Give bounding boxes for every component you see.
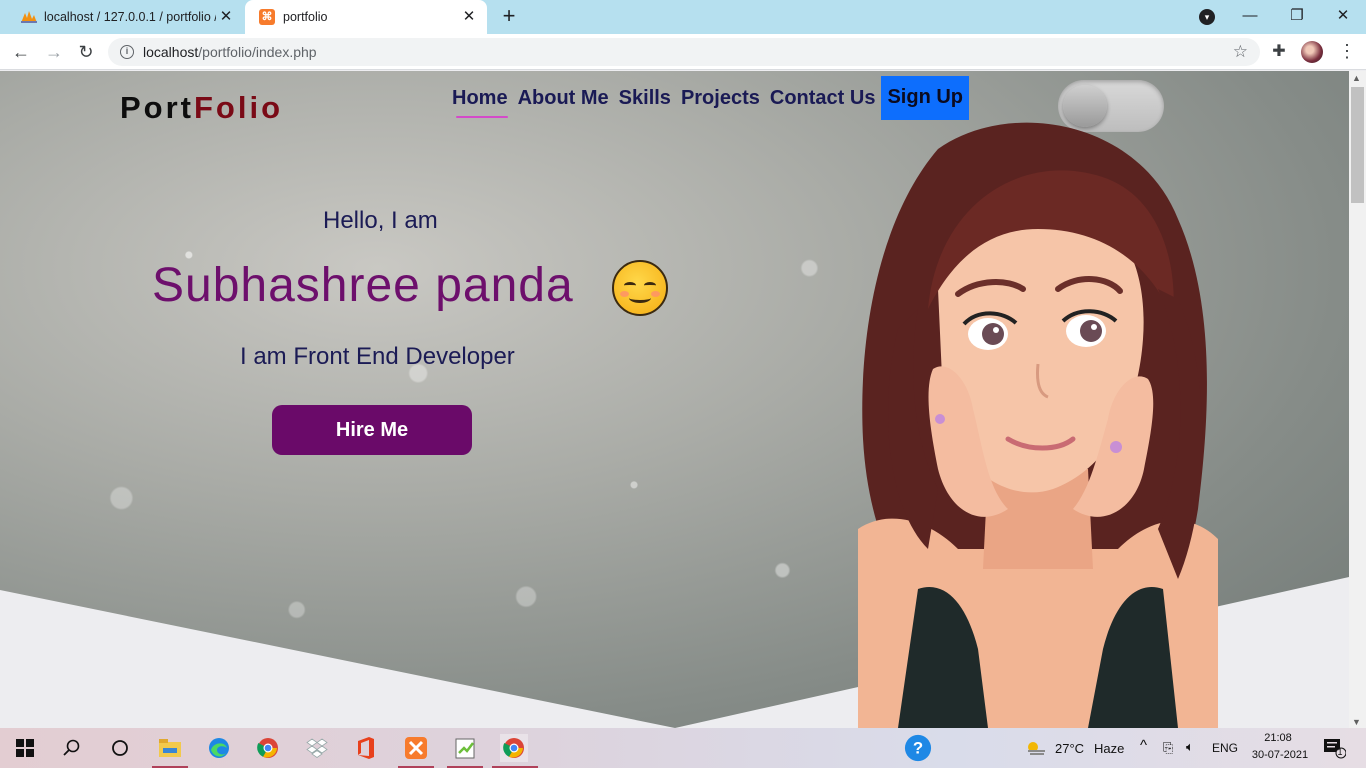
edge-icon[interactable] bbox=[205, 734, 233, 762]
address-bar[interactable]: i localhost/portfolio/index.php ☆ bbox=[108, 38, 1260, 66]
office-icon[interactable] bbox=[352, 734, 380, 762]
notification-count: 1 bbox=[1337, 747, 1343, 757]
browser-toolbar: ← → ↻ i localhost/portfolio/index.php ☆ … bbox=[0, 34, 1366, 70]
logo-part-port: Port bbox=[120, 90, 194, 125]
url-text[interactable]: localhost/portfolio/index.php bbox=[143, 44, 317, 60]
page-viewport: PortFolio Home About Me Skills Projects … bbox=[0, 71, 1349, 728]
xampp-icon: ⌘ bbox=[259, 9, 275, 25]
vertical-scrollbar[interactable]: ▲ ▼ bbox=[1349, 71, 1366, 728]
extensions-icon[interactable]: ✚ bbox=[1270, 41, 1288, 60]
window-close-icon[interactable]: ✕ bbox=[1333, 6, 1353, 26]
task-view-icon[interactable] bbox=[106, 734, 134, 762]
help-icon[interactable]: ? bbox=[904, 734, 932, 762]
hire-me-button[interactable]: Hire Me bbox=[272, 405, 472, 455]
smiling-face-icon bbox=[612, 260, 668, 316]
url-host: localhost bbox=[143, 44, 199, 60]
back-icon[interactable]: ← bbox=[10, 41, 32, 63]
weather-desc[interactable]: Haze bbox=[1094, 741, 1124, 756]
chrome-icon[interactable] bbox=[254, 734, 282, 762]
restore-icon[interactable]: ❐ bbox=[1287, 6, 1307, 26]
menu-icon[interactable]: ⋮ bbox=[1338, 40, 1356, 62]
weather-temp[interactable]: 27°C bbox=[1055, 741, 1084, 756]
scroll-up-arrow[interactable]: ▲ bbox=[1352, 73, 1361, 83]
info-icon[interactable]: i bbox=[120, 45, 134, 59]
url-path: /portfolio/index.php bbox=[198, 44, 317, 60]
windows-start-icon[interactable] bbox=[11, 734, 39, 762]
tab-portfolio[interactable]: ⌘ portfolio ✕ bbox=[245, 0, 487, 34]
dropbox-icon[interactable] bbox=[303, 734, 331, 762]
close-icon[interactable]: ✕ bbox=[218, 9, 234, 25]
tab-phpmyadmin[interactable]: localhost / 127.0.0.1 / portfolio / ✕ bbox=[0, 0, 244, 34]
profile-avatar[interactable] bbox=[1301, 41, 1323, 63]
phpmyadmin-icon bbox=[21, 11, 37, 23]
windows-taskbar: ? 27°C Haze ^ ⎘ 🔈︎ ENG 21:08 30-07-2021 … bbox=[0, 728, 1366, 768]
nav-skills[interactable]: Skills bbox=[619, 86, 671, 110]
file-explorer-icon[interactable] bbox=[156, 734, 184, 762]
nav-projects[interactable]: Projects bbox=[681, 86, 760, 110]
screen: localhost / 127.0.0.1 / portfolio / ✕ ⌘ … bbox=[0, 0, 1366, 768]
scroll-thumb[interactable] bbox=[1351, 87, 1364, 203]
chrome-active-icon[interactable] bbox=[500, 734, 528, 762]
tab-title: portfolio bbox=[283, 10, 328, 24]
search-icon[interactable] bbox=[58, 734, 86, 762]
scroll-down-arrow[interactable]: ▼ bbox=[1352, 717, 1361, 727]
close-icon[interactable]: ✕ bbox=[461, 9, 477, 25]
browser-tab-bar: localhost / 127.0.0.1 / portfolio / ✕ ⌘ … bbox=[0, 0, 1366, 34]
xampp-taskbar-icon[interactable] bbox=[402, 734, 430, 762]
volume-icon[interactable]: 🔈︎ bbox=[1186, 739, 1194, 755]
forward-icon[interactable]: → bbox=[43, 41, 65, 63]
role-text: I am Front End Developer bbox=[240, 343, 515, 370]
weather-icon[interactable] bbox=[1022, 734, 1050, 762]
site-logo[interactable]: PortFolio bbox=[120, 90, 283, 126]
clock-time[interactable]: 21:08 bbox=[1258, 732, 1298, 744]
notepad-plus-icon[interactable] bbox=[451, 734, 479, 762]
greeting-text: Hello, I am bbox=[323, 207, 438, 234]
nav-contact[interactable]: Contact Us bbox=[770, 86, 876, 110]
language-indicator[interactable]: ENG bbox=[1212, 741, 1238, 755]
minimize-icon[interactable]: — bbox=[1240, 6, 1260, 26]
chevron-up-icon[interactable]: ^ bbox=[1140, 737, 1147, 754]
svg-text:?: ? bbox=[913, 739, 923, 758]
hero-name: Subhashree panda bbox=[152, 259, 574, 312]
tab-title: localhost / 127.0.0.1 / portfolio / bbox=[44, 10, 216, 24]
new-tab-button[interactable]: + bbox=[498, 5, 520, 27]
nav-about[interactable]: About Me bbox=[518, 86, 609, 110]
logo-part-folio: Folio bbox=[194, 90, 284, 125]
clock-date[interactable]: 30-07-2021 bbox=[1250, 749, 1310, 761]
tab-search-icon[interactable]: ▾ bbox=[1199, 9, 1215, 25]
cartoon-girl-image bbox=[858, 122, 1218, 728]
bookmark-star-icon[interactable]: ☆ bbox=[1233, 42, 1248, 62]
reload-icon[interactable]: ↻ bbox=[75, 41, 97, 63]
network-icon[interactable]: ⎘ bbox=[1163, 740, 1173, 756]
nav-home[interactable]: Home bbox=[452, 86, 508, 118]
